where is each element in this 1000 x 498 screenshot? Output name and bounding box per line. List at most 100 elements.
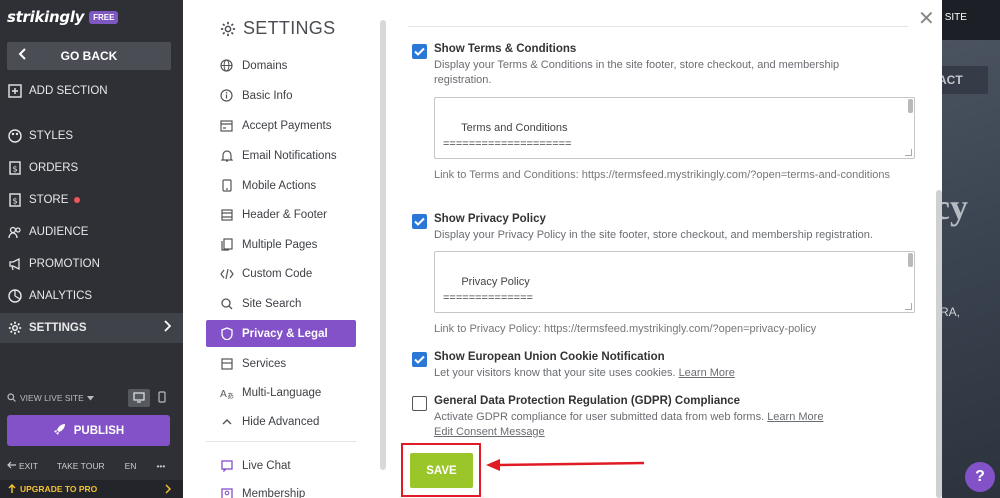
settings-item-label: Membership [242,487,306,498]
desktop-view-button[interactable] [128,389,150,407]
svg-text:$: $ [13,165,18,174]
settings-item-accept-payments[interactable]: Accept Payments [206,112,356,139]
nav-add-section[interactable]: ADD SECTION [0,76,183,106]
settings-item-header-footer[interactable]: Header & Footer [206,201,356,228]
gdpr-desc-text: Activate GDPR compliance for user submit… [434,411,765,423]
go-back-button[interactable]: GO BACK [7,42,171,70]
resize-grip[interactable] [905,149,912,156]
code-icon [219,266,234,281]
nav-store[interactable]: $ STORE [0,185,183,215]
settings-item-custom-code[interactable]: Custom Code [206,260,356,287]
gdpr-learn-more-link[interactable]: Learn More [767,411,823,423]
nav-label: STYLES [29,130,74,142]
settings-item-membership[interactable]: Membership [206,480,356,498]
settings-item-label: Multi-Language [242,386,322,399]
settings-item-mobile-actions[interactable]: Mobile Actions [206,172,356,199]
settings-item-label: Accept Payments [242,119,332,132]
textarea-scrollbar[interactable] [908,99,913,113]
terms-description: Display your Terms & Conditions in the s… [434,59,840,86]
close-icon[interactable]: ✕ [918,6,935,31]
settings-item-label: Header & Footer [242,208,328,221]
membership-icon [219,486,234,498]
settings-item-multiple-pages[interactable]: Multiple Pages [206,231,356,258]
arrow-up-icon [8,483,16,495]
cookie-learn-more-link[interactable]: Learn More [679,367,735,379]
globe-icon [219,58,234,73]
settings-item-email-notifications[interactable]: Email Notifications [206,142,356,169]
settings-item-multi-language[interactable]: Aあ Multi-Language [206,379,356,406]
edit-consent-message-link[interactable]: Edit Consent Message [434,426,545,438]
nav-label: AUDIENCE [29,226,89,238]
annotation-arrow-icon [486,459,644,471]
settings-item-label: Mobile Actions [242,179,317,192]
site-preview: T SITE ACT cy RA, ? [940,0,1000,498]
settings-item-privacy-legal[interactable]: Privacy & Legal [206,320,356,347]
desktop-icon [133,391,145,405]
nav-orders[interactable]: $ ORDERS [0,153,183,183]
settings-item-label: Multiple Pages [242,238,318,251]
nav-label: ANALYTICS [29,290,93,302]
publish-button[interactable]: PUBLISH [7,415,170,446]
terms-text: Terms and Conditions ===================… [443,122,572,150]
chevron-right-icon [165,484,172,496]
mobile-view-button[interactable] [151,389,173,407]
view-live-site-link[interactable]: VIEW LIVE SITE [7,392,94,404]
nav-label: SETTINGS [29,322,87,334]
arrow-left-icon [7,461,16,471]
check-icon [414,355,425,364]
help-button[interactable]: ? [965,462,995,492]
settings-item-label: Basic Info [242,89,293,102]
gdpr-title: General Data Protection Regulation (GDPR… [434,395,741,407]
privacy-textarea[interactable]: Privacy Policy ============== [434,251,915,313]
rocket-icon [53,423,66,439]
save-button[interactable]: SAVE [410,453,473,488]
content-scrollbar[interactable] [936,190,942,498]
pages-icon [219,237,234,252]
caret-down-icon [86,393,94,403]
search-icon [219,296,234,311]
top-divider [408,26,908,27]
exit-link[interactable]: EXIT [7,461,38,471]
privacy-checkbox[interactable] [412,214,427,229]
nav-promotion[interactable]: PROMOTION [0,249,183,279]
terms-textarea[interactable]: Terms and Conditions ===================… [434,97,915,159]
language-link[interactable]: EN [125,461,137,471]
cookie-title: Show European Union Cookie Notification [434,351,665,363]
svg-text:$: $ [13,197,18,206]
settings-item-live-chat[interactable]: Live Chat [206,452,356,479]
brand[interactable]: strikingly FREE [7,8,119,26]
settings-item-services[interactable]: Services [206,350,356,377]
settings-menu: SETTINGS Domains Basic Info Accept Payme… [183,0,386,498]
cookie-checkbox[interactable] [412,352,427,367]
save-highlight-box: SAVE [401,443,481,497]
chevron-right-icon [163,320,172,335]
translate-icon: Aあ [219,385,234,400]
textarea-scrollbar[interactable] [908,253,913,267]
terms-checkbox[interactable] [412,44,427,59]
nav-analytics[interactable]: ANALYTICS [0,281,183,311]
nav-styles[interactable]: STYLES [0,121,183,151]
settings-item-site-search[interactable]: Site Search [206,290,356,317]
settings-item-hide-advanced[interactable]: Hide Advanced [206,408,356,435]
settings-item-domains[interactable]: Domains [206,52,356,79]
more-menu[interactable]: ••• [156,461,165,471]
privacy-description: Display your Privacy Policy in the site … [434,229,873,241]
bell-icon [219,148,234,163]
nav-audience[interactable]: AUDIENCE [0,217,183,247]
gdpr-checkbox[interactable] [412,396,427,411]
settings-item-label: Domains [242,59,288,72]
settings-item-label: Hide Advanced [242,415,320,428]
chevron-left-icon [18,47,28,64]
take-tour-link[interactable]: TAKE TOUR [57,461,105,471]
resize-grip[interactable] [905,303,912,310]
settings-item-basic-info[interactable]: Basic Info [206,82,356,109]
analytics-icon [7,288,23,304]
info-icon [219,88,234,103]
search-icon [7,392,16,404]
privacy-legal-panel: ✕ Show Terms & Conditions Display your T… [386,0,942,498]
nav-settings[interactable]: SETTINGS [0,313,183,343]
settings-item-label: Privacy & Legal [242,327,328,340]
editor-sidebar: strikingly FREE GO BACK ADD SECTION STYL… [0,0,183,498]
upgrade-banner[interactable]: UPGRADE TO PRO [0,480,183,498]
audience-icon [7,224,23,240]
